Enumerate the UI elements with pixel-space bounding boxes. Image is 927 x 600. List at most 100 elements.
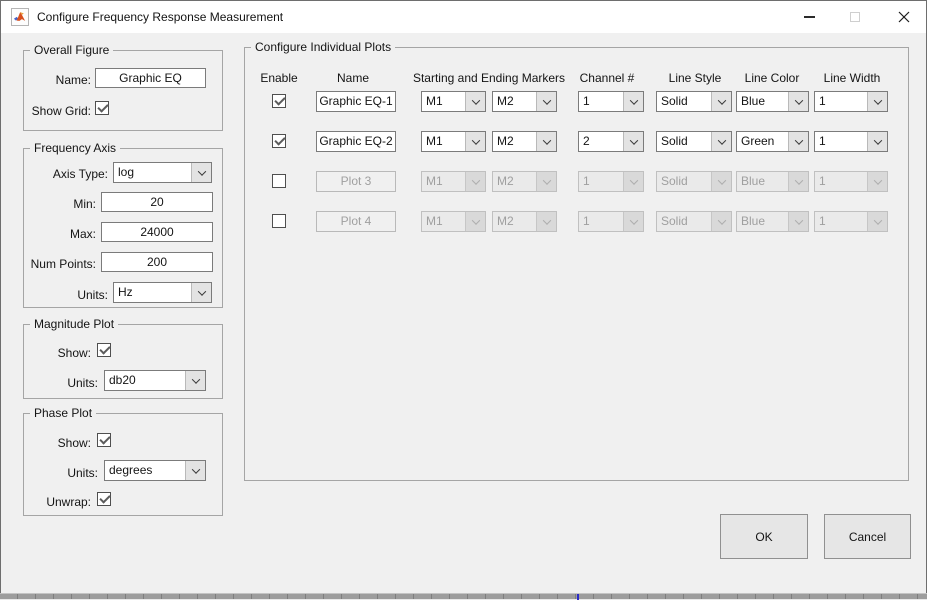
magnitude-units-label: Units: — [29, 376, 98, 390]
plot4-line-color-value: Blue — [737, 212, 788, 231]
chevron-down-icon — [471, 136, 479, 144]
num-points-label: Num Points: — [29, 257, 96, 271]
chevron-down-icon — [542, 176, 550, 184]
chevron-down-icon — [629, 216, 637, 224]
dropdown-arrow — [867, 212, 887, 231]
plot1-start-marker-dropdown[interactable]: M1 — [421, 91, 486, 112]
phase-units-label: Units: — [29, 466, 98, 480]
plot3-line-color-dropdown: Blue — [736, 171, 809, 192]
plot3-channel-dropdown: 1 — [578, 171, 644, 192]
chevron-down-icon — [717, 96, 725, 104]
plot1-name-input[interactable]: Graphic EQ-1 — [316, 91, 396, 112]
chevron-down-icon — [794, 216, 802, 224]
maximize-icon — [850, 12, 860, 22]
matlab-logo-icon — [11, 8, 29, 26]
figure-name-label: Name: — [29, 73, 91, 87]
plot1-line-width-dropdown[interactable]: 1 — [814, 91, 888, 112]
dropdown-arrow — [867, 172, 887, 191]
plot2-channel-dropdown[interactable]: 2 — [578, 131, 644, 152]
plot2-name-input[interactable]: Graphic EQ-2 — [316, 131, 396, 152]
num-points-input[interactable]: 200 — [101, 252, 213, 272]
plot1-line-style-value: Solid — [657, 92, 711, 111]
phase-show-label: Show: — [29, 436, 91, 450]
titlebar: Configure Frequency Response Measurement — [1, 1, 926, 33]
phase-units-arrow — [185, 461, 205, 480]
freq-units-arrow — [191, 283, 211, 302]
plot-row-4: Plot 4 M1 M2 1 Solid Blue 1 — [1, 209, 927, 235]
magnitude-show-label: Show: — [29, 346, 91, 360]
ok-button[interactable]: OK — [720, 514, 808, 559]
chevron-down-icon — [794, 136, 802, 144]
plot4-enable-checkbox[interactable] — [272, 214, 286, 228]
dropdown-arrow — [465, 132, 485, 151]
dropdown-arrow — [711, 132, 731, 151]
plot3-name-input: Plot 3 — [316, 171, 396, 192]
magnitude-show-checkbox[interactable] — [97, 343, 111, 357]
plot1-channel-dropdown[interactable]: 1 — [578, 91, 644, 112]
dropdown-arrow — [711, 92, 731, 111]
magnitude-units-dropdown[interactable]: db20 — [104, 370, 206, 391]
plot1-line-color-dropdown[interactable]: Blue — [736, 91, 809, 112]
chevron-down-icon — [873, 96, 881, 104]
phase-show-checkbox[interactable] — [97, 433, 111, 447]
chevron-down-icon — [873, 136, 881, 144]
plot1-line-style-dropdown[interactable]: Solid — [656, 91, 732, 112]
plot2-end-marker-value: M2 — [493, 132, 536, 151]
dropdown-arrow — [867, 132, 887, 151]
plot2-line-width-dropdown[interactable]: 1 — [814, 131, 888, 152]
dropdown-arrow — [465, 92, 485, 111]
chevron-down-icon — [542, 216, 550, 224]
chevron-down-icon — [471, 96, 479, 104]
chevron-down-icon — [471, 216, 479, 224]
dropdown-arrow — [711, 172, 731, 191]
plot1-end-marker-dropdown[interactable]: M2 — [492, 91, 557, 112]
unwrap-checkbox[interactable] — [97, 492, 111, 506]
plot2-line-color-dropdown[interactable]: Green — [736, 131, 809, 152]
plot1-line-width-value: 1 — [815, 92, 867, 111]
plot3-enable-checkbox[interactable] — [272, 174, 286, 188]
chevron-down-icon — [542, 96, 550, 104]
plot2-end-marker-dropdown[interactable]: M2 — [492, 131, 557, 152]
dropdown-arrow — [536, 132, 556, 151]
freq-units-dropdown[interactable]: Hz — [113, 282, 212, 303]
chevron-down-icon — [629, 96, 637, 104]
background-window-blue-tick — [577, 594, 579, 600]
header-enable: Enable — [249, 71, 309, 85]
plot4-start-marker-value: M1 — [422, 212, 465, 231]
plot4-name-input: Plot 4 — [316, 211, 396, 232]
chevron-down-icon — [873, 216, 881, 224]
close-button[interactable] — [881, 1, 926, 33]
freq-units-label: Units: — [29, 288, 108, 302]
plot4-line-width-value: 1 — [815, 212, 867, 231]
plot3-end-marker-dropdown: M2 — [492, 171, 557, 192]
plot2-enable-checkbox[interactable] — [272, 134, 286, 148]
plot1-enable-checkbox[interactable] — [272, 94, 286, 108]
plot-row-1: Graphic EQ-1 M1 M2 1 Solid Blue 1 — [1, 89, 927, 115]
freq-units-value: Hz — [114, 283, 191, 302]
plot3-line-width-value: 1 — [815, 172, 867, 191]
phase-units-value: degrees — [105, 461, 185, 480]
unwrap-label: Unwrap: — [29, 495, 91, 509]
header-channel: Channel # — [567, 71, 647, 85]
plot4-end-marker-dropdown: M2 — [492, 211, 557, 232]
dialog-window: Configure Frequency Response Measurement… — [0, 0, 927, 593]
plot1-channel-value: 1 — [579, 92, 623, 111]
chevron-down-icon — [794, 96, 802, 104]
chevron-down-icon — [629, 176, 637, 184]
minimize-button[interactable] — [787, 1, 832, 33]
phase-units-dropdown[interactable]: degrees — [104, 460, 206, 481]
maximize-button — [832, 1, 877, 33]
plot2-line-style-dropdown[interactable]: Solid — [656, 131, 732, 152]
chevron-down-icon — [191, 375, 199, 383]
plot1-line-color-value: Blue — [737, 92, 788, 111]
plot2-line-style-value: Solid — [657, 132, 711, 151]
window-title: Configure Frequency Response Measurement — [37, 10, 283, 24]
dropdown-arrow — [711, 212, 731, 231]
plot4-line-width-dropdown: 1 — [814, 211, 888, 232]
plot2-start-marker-dropdown[interactable]: M1 — [421, 131, 486, 152]
plot2-start-marker-value: M1 — [422, 132, 465, 151]
magnitude-units-value: db20 — [105, 371, 185, 390]
cancel-button[interactable]: Cancel — [824, 514, 911, 559]
figure-name-input[interactable]: Graphic EQ — [95, 68, 206, 88]
chevron-down-icon — [542, 136, 550, 144]
